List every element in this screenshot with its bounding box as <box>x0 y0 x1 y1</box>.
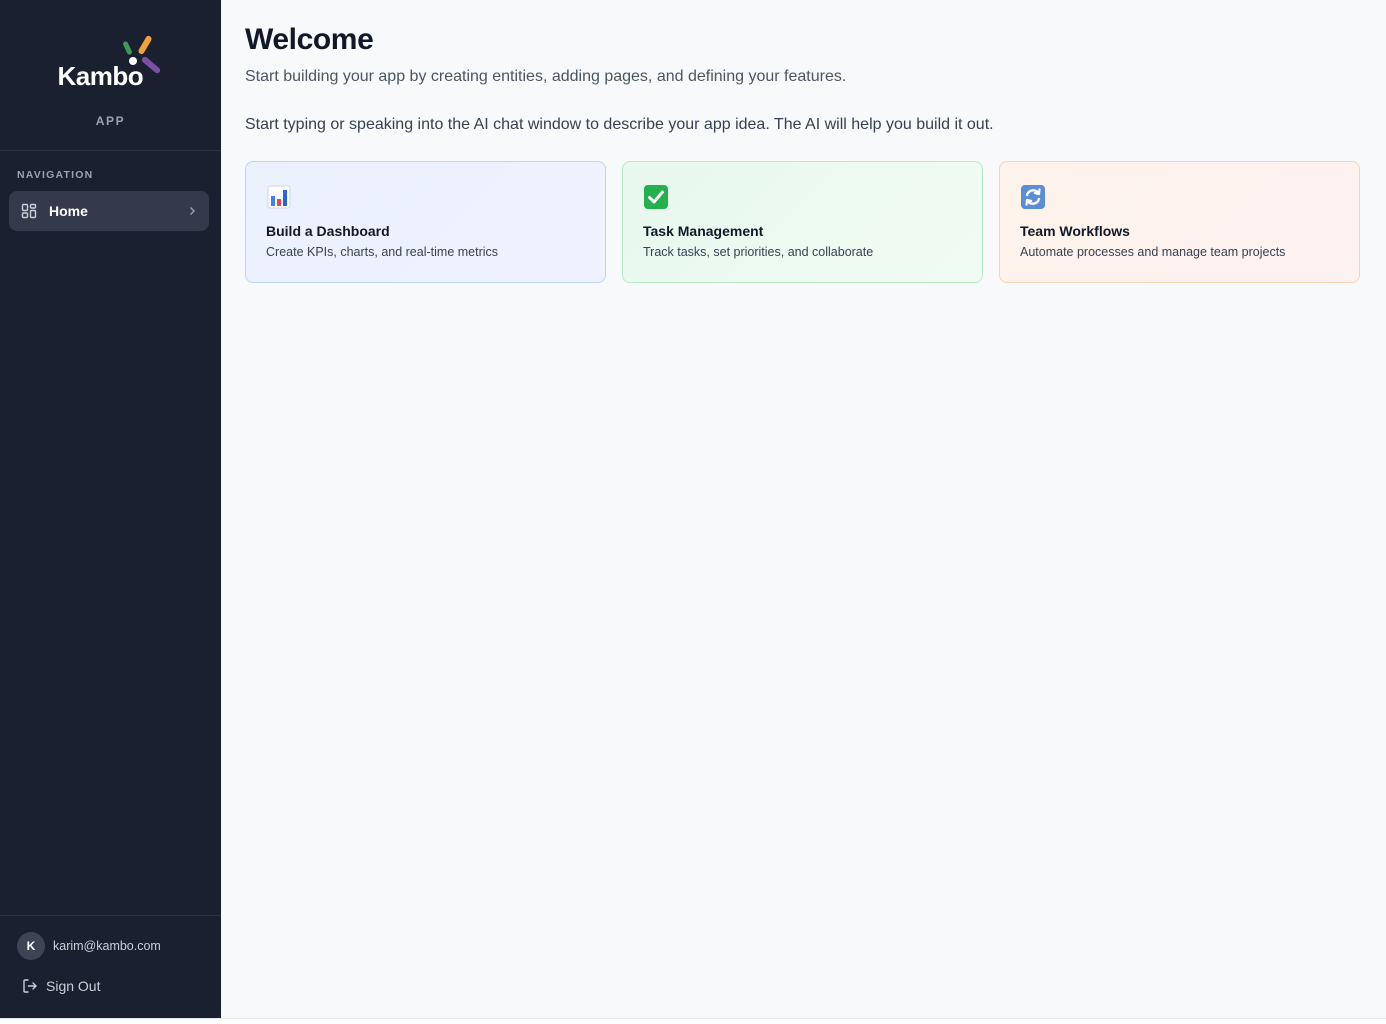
card-team-workflows[interactable]: Team Workflows Automate processes and ma… <box>999 161 1360 283</box>
card-build-dashboard[interactable]: Build a Dashboard Create KPIs, charts, a… <box>245 161 606 283</box>
sidebar-item-label: Home <box>49 203 88 219</box>
chevron-right-icon <box>187 205 197 217</box>
refresh-icon <box>1020 184 1046 210</box>
kambo-logo[interactable]: Kambo <box>56 34 166 94</box>
sidebar-item-home[interactable]: Home <box>9 191 209 231</box>
main-content: Welcome Start building your app by creat… <box>221 0 1386 1018</box>
app-label: APP <box>95 114 126 128</box>
card-description: Track tasks, set priorities, and collabo… <box>643 245 874 259</box>
card-description: Automate processes and manage team proje… <box>1020 245 1286 259</box>
page-title: Welcome <box>245 23 374 56</box>
card-task-management[interactable]: Task Management Track tasks, set priorit… <box>622 161 983 283</box>
page-subtitle: Start building your app by creating enti… <box>245 68 847 85</box>
card-description: Create KPIs, charts, and real-time metri… <box>266 245 499 259</box>
ai-chat-hint: Start typing or speaking into the AI cha… <box>245 116 994 133</box>
sidebar: Kambo APP NAVIGATION Home K karim@kambo.… <box>0 0 221 1018</box>
card-title: Team Workflows <box>1020 223 1130 239</box>
template-cards: Build a Dashboard Create KPIs, charts, a… <box>245 161 1361 283</box>
bar-chart-icon <box>266 184 292 210</box>
app-window: Kambo APP NAVIGATION Home K karim@kambo.… <box>0 0 1386 1019</box>
avatar: K <box>17 932 45 960</box>
logout-icon <box>22 978 38 994</box>
user-account[interactable]: K karim@kambo.com <box>17 932 221 960</box>
card-title: Build a Dashboard <box>266 223 390 239</box>
nav-section-label: NAVIGATION <box>17 169 94 181</box>
sign-out-label: Sign Out <box>46 978 101 994</box>
sign-out-button[interactable]: Sign Out <box>17 974 221 998</box>
brand: Kambo APP <box>0 0 221 151</box>
dashboard-grid-icon <box>21 203 37 219</box>
user-email: karim@kambo.com <box>53 939 161 953</box>
card-title: Task Management <box>643 223 764 239</box>
sidebar-footer: K karim@kambo.com Sign Out <box>0 915 221 1018</box>
logo-wordmark: Kambo <box>57 61 144 91</box>
check-mark-icon <box>643 184 669 210</box>
